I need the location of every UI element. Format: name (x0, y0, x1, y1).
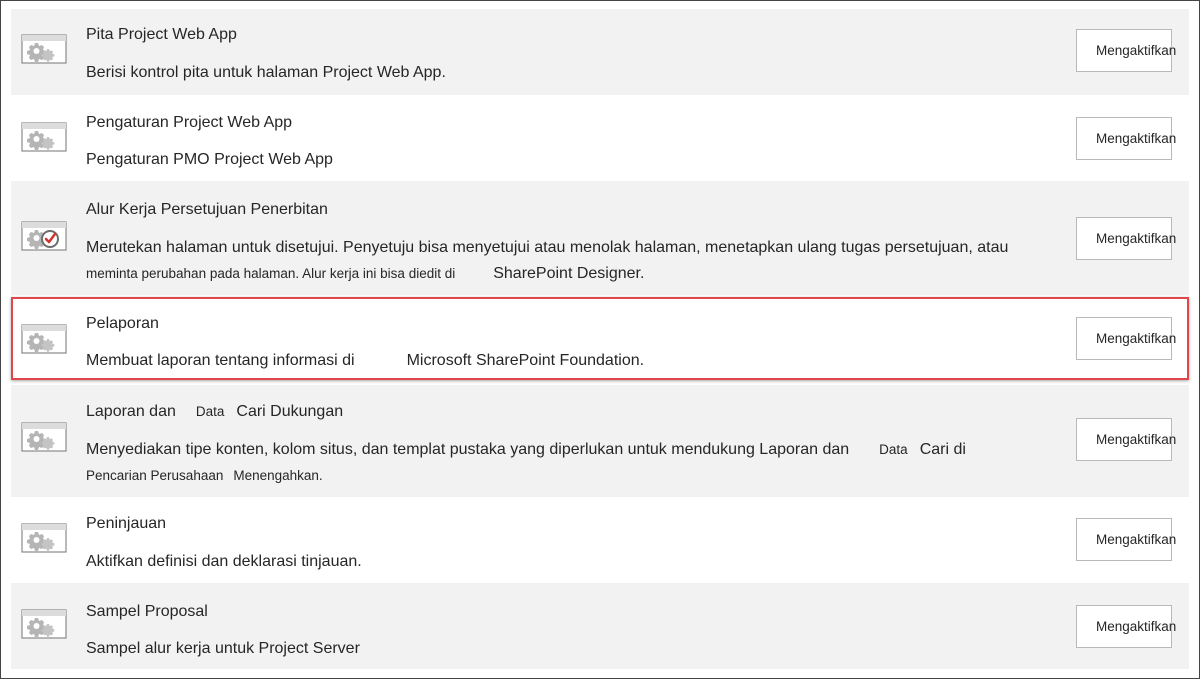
feature-description-line1: Merutekan halaman untuk disetujui. Penye… (86, 239, 1009, 256)
gear-feature-icon (21, 523, 67, 553)
gear-feature-icon (21, 609, 67, 639)
activate-button[interactable]: Mengaktifkan (1076, 518, 1176, 561)
feature-description: Berisi kontrol pita untuk halaman Projec… (86, 64, 446, 81)
activate-button[interactable]: Mengaktifkan (1076, 605, 1176, 648)
gear-feature-icon (21, 422, 67, 452)
gear-feature-icon (21, 122, 67, 152)
feature-title: Peninjauan (86, 515, 167, 532)
feature-description: Aktifkan definisi dan deklarasi tinjauan… (86, 553, 362, 570)
feature-description-text: Data (879, 442, 908, 457)
feature-title: Sampel Proposal (86, 603, 208, 620)
feature-description-text: Pencarian Perusahaan (86, 468, 224, 483)
feature-description-text: SharePoint Designer. (493, 265, 645, 282)
feature-title: Pita Project Web App (86, 26, 237, 43)
feature-title-text: Laporan dan (86, 403, 176, 420)
feature-row-alur-kerja-persetujuan: Alur Kerja Persetujuan Penerbitan Merute… (11, 181, 1189, 295)
feature-description-text: Membuat laporan tentang informasi di (86, 352, 355, 369)
approval-workflow-icon (21, 221, 67, 251)
feature-description: Sampel alur kerja untuk Project Server (86, 640, 360, 657)
feature-description-text: Cari di (919, 441, 966, 458)
activate-button[interactable]: Mengaktifkan (1076, 217, 1176, 260)
feature-row-pelaporan: Pelaporan Membuat laporan tentang inform… (11, 295, 1189, 385)
site-features-panel: Pita Project Web App Berisi kontrol pita… (0, 0, 1200, 679)
feature-title: Laporan dan Data Cari Dukungan (86, 403, 343, 421)
feature-title-text: Data (195, 404, 225, 419)
feature-description-text: meminta perubahan pada halaman. Alur ker… (86, 266, 456, 281)
activate-button[interactable]: Mengaktifkan (1076, 117, 1176, 160)
gear-feature-icon (21, 34, 67, 64)
feature-row-peninjauan: Peninjauan Aktifkan definisi dan deklara… (11, 497, 1189, 583)
feature-title-text: Cari Dukungan (236, 403, 344, 420)
feature-description-line1: Menyediakan tipe konten, kolom situs, da… (86, 441, 966, 459)
feature-row-sampel-proposal: Sampel Proposal Sampel alur kerja untuk … (11, 583, 1189, 669)
activate-button[interactable]: Mengaktifkan (1076, 418, 1176, 461)
feature-title: Pengaturan Project Web App (86, 114, 293, 131)
feature-title: Alur Kerja Persetujuan Penerbitan (86, 201, 328, 218)
feature-description-line2: Pencarian Perusahaan Menengahkan. (86, 467, 323, 485)
feature-title: Pelaporan (86, 315, 159, 332)
feature-row-pengaturan-project-web-app: Pengaturan Project Web App Pengaturan PM… (11, 95, 1189, 181)
feature-description-text: Menengahkan. (233, 468, 323, 483)
feature-description-line2: meminta perubahan pada halaman. Alur ker… (86, 265, 644, 283)
feature-row-laporan-dan-data: Laporan dan Data Cari Dukungan Menyediakan… (11, 385, 1189, 497)
feature-description: Membuat laporan tentang informasi di Micr… (86, 352, 644, 370)
activate-button[interactable]: Mengaktifkan (1076, 29, 1176, 72)
feature-description-text: Menyediakan tipe konten, kolom situs, da… (86, 441, 850, 458)
gear-feature-icon (21, 324, 67, 354)
activate-button[interactable]: Mengaktifkan (1076, 317, 1176, 360)
feature-row-pita-project-web-app: Pita Project Web App Berisi kontrol pita… (11, 9, 1189, 95)
feature-description: Pengaturan PMO Project Web App (86, 151, 333, 168)
feature-description-text: Microsoft SharePoint Foundation. (406, 352, 645, 369)
